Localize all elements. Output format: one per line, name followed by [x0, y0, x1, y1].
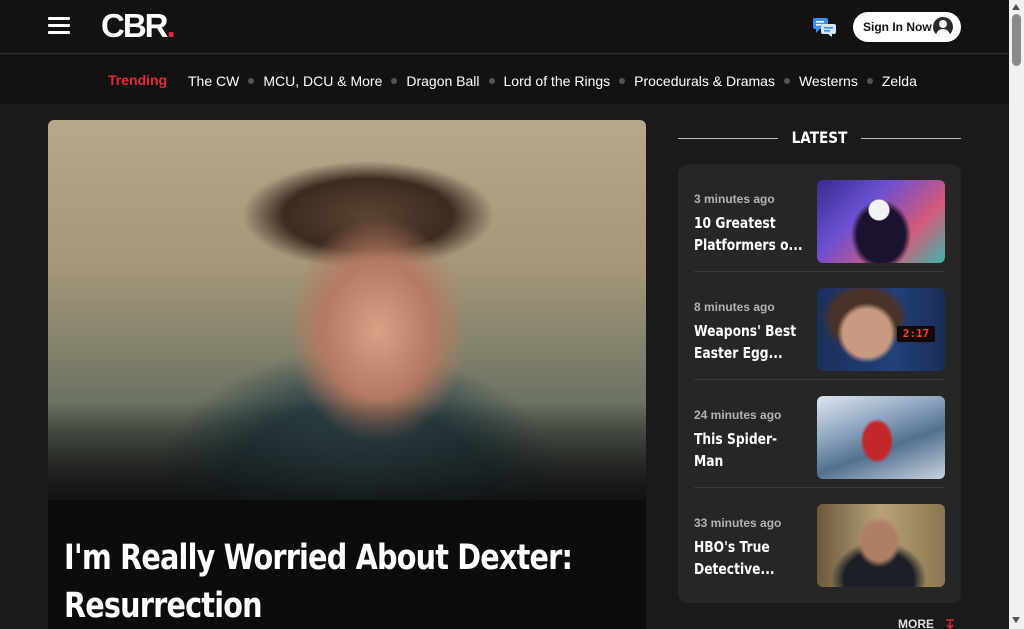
article-thumbnail[interactable] — [817, 396, 945, 479]
article-title[interactable]: HBO's True Detective... — [694, 536, 805, 580]
site-header: CBR. Sign In Now — [0, 0, 1009, 54]
logo-text: CBR — [101, 7, 168, 44]
article-title[interactable]: 10 Greatest Platformers o... — [694, 212, 805, 256]
chat-icon[interactable] — [813, 18, 837, 38]
logo-dot: . — [166, 7, 176, 44]
article-time: 8 minutes ago — [694, 300, 775, 314]
sign-in-button[interactable]: Sign In Now — [853, 12, 961, 42]
article-thumbnail[interactable] — [817, 180, 945, 263]
article-thumbnail[interactable] — [817, 504, 945, 587]
list-item[interactable]: 24 minutes ago This Spider-Man Character… — [694, 380, 945, 488]
more-label: MORE — [898, 617, 934, 629]
latest-list: 3 minutes ago 10 Greatest Platformers o.… — [678, 164, 961, 603]
article-time: 33 minutes ago — [694, 516, 782, 530]
article-time: 3 minutes ago — [694, 192, 775, 206]
article-time: 24 minutes ago — [694, 408, 782, 422]
trending-item-procedurals[interactable]: Procedurals & Dramas — [634, 73, 775, 89]
clock-display: 2:17 — [897, 326, 935, 342]
user-avatar-icon — [933, 17, 953, 37]
list-item[interactable]: 33 minutes ago HBO's True Detective... — [694, 488, 945, 596]
separator-dot — [488, 78, 495, 84]
article-title[interactable]: Weapons' Best Easter Egg... — [694, 320, 805, 364]
latest-heading: LATEST — [678, 126, 961, 150]
separator-dot — [619, 78, 626, 84]
sign-in-label: Sign In Now — [863, 20, 932, 34]
scrollbar-thumb[interactable] — [1012, 14, 1021, 66]
separator-dot — [783, 78, 790, 84]
page: CBR. Sign In Now Trending The CW MCU, DC… — [0, 0, 1009, 629]
trending-item-zelda[interactable]: Zelda — [882, 73, 917, 89]
separator-dot — [391, 78, 398, 84]
trending-list: The CW MCU, DCU & More Dragon Ball Lord … — [188, 73, 917, 89]
list-item[interactable]: 8 minutes ago Weapons' Best Easter Egg..… — [694, 272, 945, 380]
scroll-down-icon[interactable] — [1012, 617, 1020, 623]
hero-title[interactable]: I'm Really Worried About Dexter: Resurre… — [64, 534, 622, 629]
trending-item-westerns[interactable]: Westerns — [799, 73, 858, 89]
latest-heading-label: LATEST — [791, 128, 848, 147]
scroll-up-icon[interactable] — [1012, 4, 1020, 10]
page-scrollbar[interactable] — [1009, 0, 1024, 629]
divider — [678, 138, 778, 139]
article-thumbnail[interactable]: 2:17 — [817, 288, 945, 371]
site-logo[interactable]: CBR. — [101, 7, 176, 44]
arrow-down-icon — [946, 619, 955, 629]
divider — [861, 138, 961, 139]
trending-item-the-cw[interactable]: The CW — [188, 73, 239, 89]
trending-item-lord-of-the-rings[interactable]: Lord of the Rings — [504, 73, 611, 89]
trending-label: Trending — [108, 72, 168, 88]
menu-icon[interactable] — [48, 17, 70, 35]
more-button[interactable]: MORE — [898, 617, 955, 629]
trending-item-mcu-dcu[interactable]: MCU, DCU & More — [263, 73, 382, 89]
separator-dot — [248, 78, 255, 84]
article-title[interactable]: This Spider-Man Character's... — [694, 428, 805, 472]
trending-nav: Trending The CW MCU, DCU & More Dragon B… — [0, 55, 1009, 104]
list-item[interactable]: 3 minutes ago 10 Greatest Platformers o.… — [694, 164, 945, 272]
separator-dot — [866, 78, 873, 84]
hero-article[interactable]: I'm Really Worried About Dexter: Resurre… — [48, 120, 646, 629]
trending-item-dragon-ball[interactable]: Dragon Ball — [406, 73, 479, 89]
